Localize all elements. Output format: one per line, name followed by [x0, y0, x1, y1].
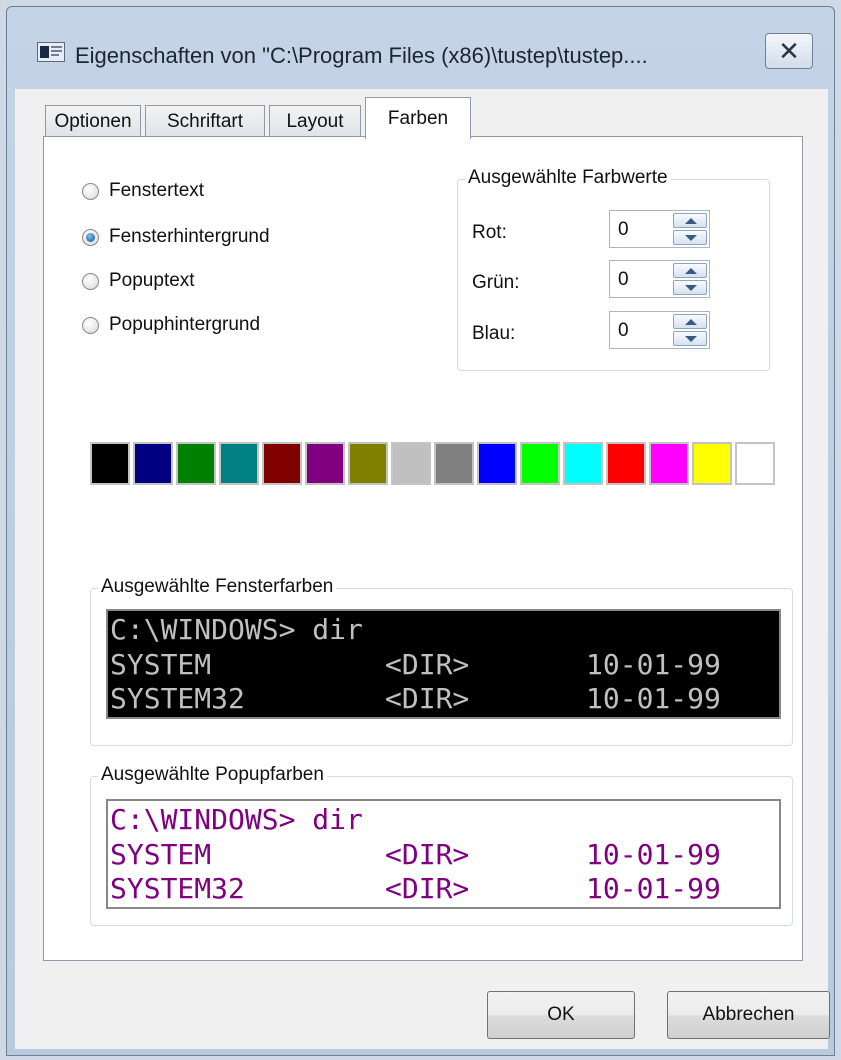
- color-swatch[interactable]: [262, 442, 302, 485]
- tab-layout[interactable]: Layout: [269, 105, 361, 137]
- radio-popuptext[interactable]: Popuptext: [82, 270, 195, 292]
- radio-label: Fenstertext: [109, 180, 205, 201]
- close-button[interactable]: ✕: [765, 33, 813, 69]
- console-row: SYSTEM32 <DIR> 10-01-99: [110, 682, 721, 716]
- radio-popuphintergrund[interactable]: Popuphintergrund: [82, 314, 260, 336]
- radio-button-icon: [82, 272, 99, 290]
- row-type: <DIR>: [385, 872, 470, 905]
- color-swatch[interactable]: [434, 442, 474, 485]
- color-swatch[interactable]: [649, 442, 689, 485]
- tab-schriftart[interactable]: Schriftart: [145, 105, 265, 137]
- row-date: 10-01-99: [586, 838, 721, 871]
- color-swatch[interactable]: [391, 442, 431, 485]
- blue-label: Blau:: [472, 323, 516, 344]
- console-app-icon: [37, 42, 65, 62]
- spin-up-icon[interactable]: [673, 213, 707, 228]
- row-name: SYSTEM: [110, 838, 212, 871]
- radio-button-icon: [82, 316, 99, 334]
- color-swatch[interactable]: [348, 442, 388, 485]
- radio-label: Fensterhintergrund: [109, 226, 270, 247]
- popup-colors-group: Ausgewählte Popupfarben C:\WINDOWS> dir …: [90, 764, 793, 926]
- window-colors-group: Ausgewählte Fensterfarben C:\WINDOWS> di…: [90, 576, 793, 746]
- green-spinner[interactable]: 0: [609, 260, 710, 298]
- row-date: 10-01-99: [586, 682, 721, 715]
- color-swatch[interactable]: [219, 442, 259, 485]
- popup-colors-preview: C:\WINDOWS> dir SYSTEM <DIR> 10-01-99 SYST…: [106, 799, 781, 909]
- spin-down-icon[interactable]: [673, 331, 707, 346]
- green-label: Grün:: [472, 272, 520, 293]
- color-swatch[interactable]: [735, 442, 775, 485]
- row-type: <DIR>: [385, 682, 470, 715]
- color-swatch[interactable]: [176, 442, 216, 485]
- blue-value: 0: [618, 320, 629, 341]
- console-prompt: C:\WINDOWS> dir: [110, 803, 363, 836]
- close-icon: ✕: [778, 35, 800, 66]
- title-bar[interactable]: Eigenschaften von "C:\Program Files (x86…: [7, 7, 834, 89]
- row-type: <DIR>: [385, 838, 470, 871]
- color-swatch[interactable]: [606, 442, 646, 485]
- row-type: <DIR>: [385, 648, 470, 681]
- color-swatch[interactable]: [90, 442, 130, 485]
- radio-button-selected-icon: [82, 228, 99, 246]
- radio-fensterhintergrund[interactable]: Fensterhintergrund: [82, 226, 270, 248]
- window-title: Eigenschaften von "C:\Program Files (x86…: [75, 43, 648, 68]
- color-swatch[interactable]: [477, 442, 517, 485]
- radio-button-icon: [82, 182, 99, 200]
- spin-up-icon[interactable]: [673, 314, 707, 329]
- window-colors-preview: C:\WINDOWS> dir SYSTEM <DIR> 10-01-99 SYST…: [106, 609, 781, 719]
- blue-spinner[interactable]: 0: [609, 311, 710, 349]
- group-legend: Ausgewählte Popupfarben: [98, 764, 327, 786]
- row-name: SYSTEM: [110, 648, 212, 681]
- radio-label: Popuphintergrund: [109, 314, 261, 335]
- row-name: SYSTEM32: [110, 872, 245, 905]
- tab-optionen[interactable]: Optionen: [45, 105, 141, 137]
- color-swatch[interactable]: [133, 442, 173, 485]
- row-date: 10-01-99: [586, 648, 721, 681]
- farben-tab-panel: Fenstertext Fensterhintergrund Popuptext…: [43, 136, 803, 961]
- console-row: SYSTEM <DIR> 10-01-99: [110, 648, 721, 682]
- group-legend: Ausgewählte Farbwerte: [465, 167, 671, 189]
- ok-button[interactable]: OK: [487, 991, 635, 1039]
- console-prompt: C:\WINDOWS> dir: [110, 613, 363, 646]
- cancel-button[interactable]: Abbrechen: [667, 991, 830, 1039]
- color-swatch[interactable]: [305, 442, 345, 485]
- green-value: 0: [618, 269, 629, 290]
- spin-up-icon[interactable]: [673, 263, 707, 278]
- color-swatch[interactable]: [520, 442, 560, 485]
- properties-dialog: Eigenschaften von "C:\Program Files (x86…: [6, 6, 835, 1056]
- dialog-client-area: Optionen Schriftart Layout Farben Fenste…: [15, 89, 830, 1049]
- color-swatch[interactable]: [563, 442, 603, 485]
- radio-label: Popuptext: [109, 270, 195, 291]
- group-legend: Ausgewählte Fensterfarben: [98, 576, 337, 598]
- red-spinner[interactable]: 0: [609, 210, 710, 248]
- red-value: 0: [618, 219, 629, 240]
- console-row: SYSTEM32 <DIR> 10-01-99: [110, 872, 721, 906]
- spin-down-icon[interactable]: [673, 230, 707, 245]
- console-row: SYSTEM <DIR> 10-01-99: [110, 838, 721, 872]
- row-date: 10-01-99: [586, 872, 721, 905]
- spin-down-icon[interactable]: [673, 280, 707, 295]
- color-swatch[interactable]: [692, 442, 732, 485]
- tab-farben[interactable]: Farben: [365, 97, 471, 139]
- selected-values-group: Ausgewählte Farbwerte Rot: 0 Grün: 0 Bla…: [457, 167, 770, 371]
- red-label: Rot:: [472, 222, 507, 243]
- row-name: SYSTEM32: [110, 682, 245, 715]
- radio-fenstertext[interactable]: Fenstertext: [82, 180, 204, 202]
